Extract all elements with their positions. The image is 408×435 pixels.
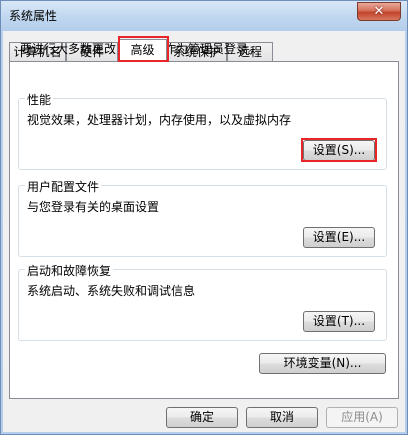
tab-advanced[interactable]: 高级 — [118, 39, 167, 62]
performance-description: 视觉效果，处理器计划，内存使用，以及虚拟内存 — [27, 113, 292, 127]
system-properties-window: 系统属性 ✕ 计算机名 硬件 高级 系统保护 远程 要进行大多数更改，您必须作为… — [0, 0, 408, 435]
close-icon: ✕ — [373, 4, 385, 19]
startup-recovery-group-title: 启动和故障恢复 — [25, 262, 114, 279]
cancel-button[interactable]: 取消 — [246, 407, 318, 428]
window-title: 系统属性 — [9, 9, 58, 23]
close-button[interactable]: ✕ — [357, 2, 401, 21]
environment-variables-button[interactable]: 环境变量(N)... — [259, 353, 386, 374]
user-profiles-settings-button[interactable]: 设置(E)... — [303, 227, 375, 248]
apply-button[interactable]: 应用(A) — [326, 407, 398, 428]
title-bar[interactable]: 系统属性 ✕ — [1, 1, 407, 31]
ok-button[interactable]: 确定 — [166, 407, 238, 428]
startup-recovery-settings-button[interactable]: 设置(T)... — [303, 311, 375, 332]
performance-group-title: 性能 — [25, 91, 54, 108]
user-profiles-description: 与您登录有关的桌面设置 — [27, 200, 160, 214]
startup-recovery-description: 系统启动、系统失败和调试信息 — [27, 284, 196, 298]
user-profiles-group-title: 用户配置文件 — [25, 178, 102, 195]
performance-settings-button[interactable]: 设置(S)... — [303, 140, 375, 161]
